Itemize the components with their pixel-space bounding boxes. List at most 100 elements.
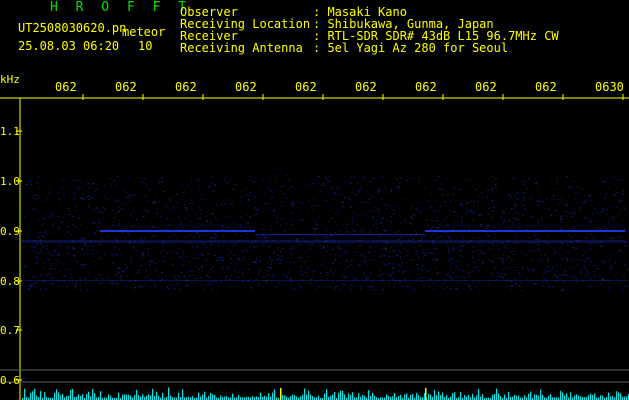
noise-speck [400, 281, 402, 283]
trace-spike [92, 389, 94, 400]
noise-speck [510, 288, 513, 290]
noise-speck [623, 205, 625, 207]
noise-speck [573, 268, 575, 270]
noise-speck [128, 195, 130, 197]
noise-speck [478, 254, 481, 256]
noise-speck [294, 288, 296, 290]
noise-speck [376, 227, 379, 229]
noise-speck [413, 246, 415, 248]
noise-speck [499, 224, 502, 226]
noise-speck [125, 268, 127, 270]
noise-speck [436, 273, 439, 275]
noise-speck [31, 195, 33, 197]
noise-speck [426, 247, 429, 249]
noise-speck [397, 187, 399, 189]
noise-speck [130, 189, 132, 191]
noise-speck [454, 182, 457, 184]
noise-speck [267, 274, 270, 276]
noise-speck [562, 289, 565, 291]
noise-speck [282, 255, 284, 257]
noise-speck [533, 201, 536, 203]
noise-speck [529, 196, 531, 198]
noise-speck [70, 259, 72, 261]
noise-speck [305, 272, 307, 273]
noise-speck [101, 238, 104, 240]
noise-speck [447, 259, 450, 261]
noise-speck [272, 275, 274, 277]
noise-speck [438, 235, 440, 237]
trace-spike [80, 395, 82, 400]
noise-speck [92, 193, 95, 195]
noise-speck [258, 222, 260, 224]
noise-speck [342, 206, 344, 207]
noise-speck [136, 271, 139, 273]
noise-speck [48, 259, 50, 261]
noise-speck [22, 181, 25, 183]
noise-speck [172, 284, 174, 286]
noise-speck [371, 286, 373, 288]
noise-speck [556, 181, 558, 183]
trace-spike [466, 396, 468, 400]
noise-speck [74, 256, 76, 258]
noise-speck [35, 286, 38, 288]
noise-speck [197, 210, 199, 212]
noise-speck [288, 179, 290, 181]
noise-speck [545, 272, 548, 274]
noise-speck [328, 285, 331, 287]
noise-speck [319, 232, 321, 234]
noise-speck [265, 235, 267, 237]
noise-speck [515, 266, 517, 268]
noise-speck [402, 270, 404, 271]
noise-speck [94, 190, 96, 192]
trace-spike [340, 390, 342, 400]
noise-speck [608, 221, 610, 223]
noise-speck [398, 231, 401, 233]
noise-speck [337, 185, 340, 187]
noise-speck [478, 269, 480, 271]
noise-speck [327, 215, 329, 216]
noise-speck [580, 260, 582, 262]
noise-speck [535, 182, 537, 184]
noise-speck [201, 199, 203, 200]
noise-speck [333, 202, 335, 204]
noise-speck [472, 212, 475, 214]
noise-speck [300, 249, 303, 251]
noise-speck [610, 266, 612, 268]
noise-speck [560, 268, 562, 269]
noise-speck [109, 281, 111, 283]
trace-spike [126, 394, 128, 400]
noise-speck [343, 275, 345, 277]
noise-speck [494, 254, 496, 256]
noise-speck [188, 234, 190, 236]
noise-speck [125, 211, 128, 213]
noise-speck [467, 221, 470, 223]
noise-speck [585, 251, 587, 253]
noise-speck [344, 197, 346, 199]
noise-speck [468, 271, 470, 273]
trace-spike [246, 396, 248, 400]
noise-speck [291, 249, 293, 251]
noise-speck [132, 217, 134, 219]
noise-speck [110, 283, 113, 285]
noise-speck [519, 223, 521, 225]
noise-speck [88, 199, 90, 200]
noise-speck [247, 281, 249, 283]
noise-speck [525, 207, 528, 209]
trace-spike [324, 393, 326, 400]
noise-speck [492, 181, 494, 182]
noise-speck [621, 193, 624, 195]
noise-speck [453, 250, 455, 252]
brand-title: H R O F F T [50, 0, 192, 15]
noise-speck [171, 253, 174, 255]
noise-speck [193, 250, 195, 252]
noise-speck [508, 212, 510, 214]
noise-speck [279, 190, 282, 192]
noise-speck [396, 265, 399, 267]
noise-speck [547, 244, 549, 246]
noise-speck [616, 207, 618, 208]
noise-speck [396, 196, 399, 198]
noise-speck [621, 179, 624, 181]
noise-speck [57, 228, 59, 229]
noise-speck [94, 232, 96, 234]
noise-speck [530, 287, 533, 289]
